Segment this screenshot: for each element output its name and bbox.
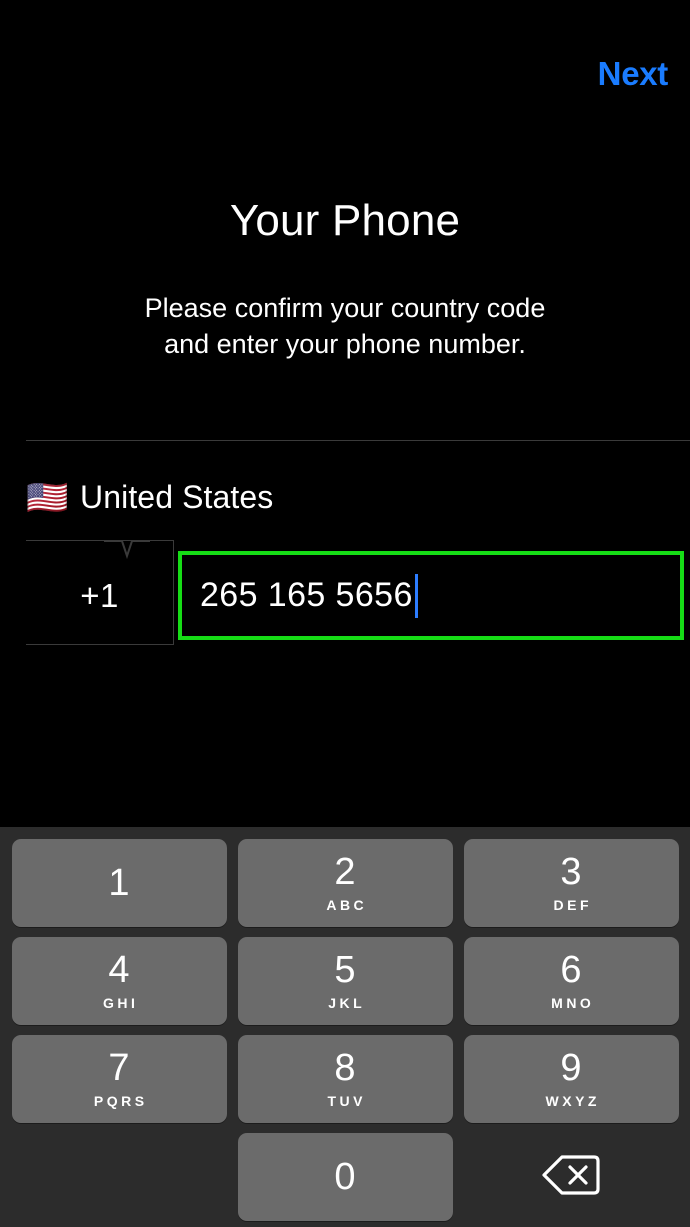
key-digit: 8 — [334, 1047, 356, 1089]
key-9[interactable]: 9 WXYZ — [463, 1035, 679, 1123]
keypad-row-4: 0 — [0, 1133, 690, 1221]
key-digit: 2 — [334, 851, 356, 893]
text-caret — [414, 573, 418, 618]
key-5[interactable]: 5 JKL — [237, 937, 453, 1025]
key-letters: GHI — [103, 995, 139, 1011]
keypad-row-2: 4 GHI 5 JKL 6 MNO — [0, 937, 690, 1025]
page-title: Your Phone — [229, 196, 461, 245]
backspace-key[interactable] — [464, 1133, 679, 1221]
keypad-row-1: 1 2 ABC 3 DEF — [0, 839, 690, 927]
key-letters: DEF — [553, 897, 592, 913]
chevron-down-icon — [104, 540, 150, 562]
next-button[interactable]: Next — [598, 57, 669, 90]
country-code-value: +1 — [80, 576, 119, 614]
key-6[interactable]: 6 MNO — [463, 937, 679, 1025]
key-letters: TUV — [327, 1093, 366, 1109]
key-1[interactable]: 1 — [11, 839, 227, 927]
phone-number-input[interactable]: 265 165 5656 — [178, 551, 684, 640]
key-4[interactable]: 4 GHI — [11, 937, 227, 1025]
divider-above-country — [26, 440, 690, 441]
phone-signup-screen: Next Your Phone Please confirm your coun… — [0, 0, 690, 1227]
us-flag-icon: 🇺🇸 — [26, 478, 69, 517]
numeric-keypad: 1 2 ABC 3 DEF 4 GHI 5 JKL 6 MNO 7 PQRS 8… — [0, 827, 690, 1227]
country-name-label: United States — [80, 479, 274, 515]
key-digit: 9 — [560, 1047, 582, 1089]
key-digit: 1 — [108, 862, 130, 904]
keypad-row-3: 7 PQRS 8 TUV 9 WXYZ — [0, 1035, 690, 1123]
key-digit: 7 — [108, 1047, 130, 1089]
key-letters: WXYZ — [545, 1093, 600, 1109]
phone-number-value: 265 165 5656 — [200, 576, 413, 614]
page-subtitle: Please confirm your country code and ent… — [144, 293, 546, 359]
keypad-spacer — [12, 1133, 227, 1221]
country-selector-row[interactable]: 🇺🇸 United States — [0, 455, 690, 540]
phone-entry-row: +1 265 165 5656 — [0, 540, 690, 650]
key-letters: MNO — [551, 995, 595, 1011]
top-bar: Next — [0, 0, 690, 120]
key-7[interactable]: 7 PQRS — [11, 1035, 227, 1123]
key-digit: 0 — [334, 1156, 356, 1198]
key-digit: 4 — [108, 949, 130, 991]
key-2[interactable]: 2 ABC — [237, 839, 453, 927]
key-8[interactable]: 8 TUV — [237, 1035, 453, 1123]
backspace-icon — [542, 1154, 600, 1201]
key-letters: JKL — [328, 995, 366, 1011]
key-0[interactable]: 0 — [237, 1133, 453, 1221]
key-digit: 5 — [334, 949, 356, 991]
country-code-field[interactable]: +1 — [26, 540, 174, 645]
key-digit: 6 — [560, 949, 582, 991]
key-digit: 3 — [560, 851, 582, 893]
key-3[interactable]: 3 DEF — [463, 839, 679, 927]
key-letters: ABC — [326, 897, 368, 913]
key-letters: PQRS — [93, 1093, 148, 1109]
